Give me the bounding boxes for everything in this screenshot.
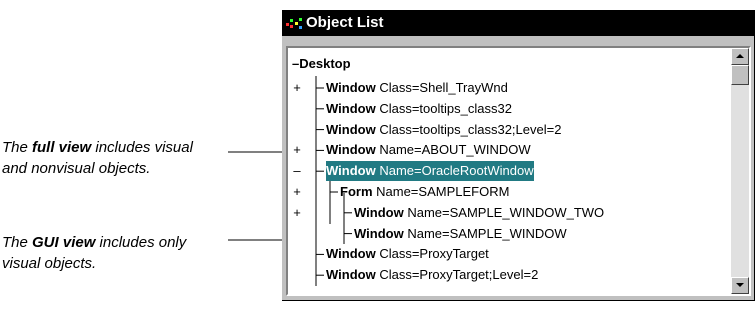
object-tree-panel: –Desktop + Window Class=Shell_TrayWnd Wind… [286, 46, 751, 296]
tree-node-label[interactable]: Window Class=tooltips_class32 [326, 99, 512, 119]
node-kind: Window [326, 163, 376, 179]
tree-node-label[interactable]: Window Class=Shell_TrayWnd [326, 78, 508, 98]
object-tree[interactable]: –Desktop + Window Class=Shell_TrayWnd Wind… [288, 48, 728, 294]
scroll-down-button[interactable] [731, 277, 749, 294]
node-props: Name=SAMPLEFORM [376, 184, 510, 199]
collapse-icon[interactable]: – [292, 161, 302, 181]
tree-node-label[interactable]: Window Name=SAMPLE_WINDOW [354, 224, 567, 244]
expand-icon[interactable]: + [292, 203, 302, 223]
tree-node-label[interactable]: Window Class=ProxyTarget;Level=2 [326, 265, 538, 285]
node-props: Name=ABOUT_WINDOW [379, 142, 531, 158]
node-kind: Window [326, 80, 376, 95]
node-kind: Window [354, 225, 404, 241]
tree-root[interactable]: –Desktop [292, 54, 351, 74]
tree-node-label[interactable]: Window Name=SAMPLE_WINDOW_TWO [354, 203, 604, 223]
node-props: Class=ProxyTarget;Level=2 [379, 267, 539, 283]
node-props: Class=tooltips_class32 [379, 100, 512, 116]
node-kind: Window [326, 142, 376, 158]
tree-node-label[interactable]: Window Class=ProxyTarget [326, 244, 489, 264]
node-kind: Form [340, 184, 373, 199]
tree-root-label: –Desktop [292, 56, 351, 71]
callout-gui-view: The GUI view includes only visual object… [2, 232, 222, 274]
node-kind: Window [354, 204, 404, 220]
callout-gui-pre: The [2, 234, 33, 251]
node-kind: Window [326, 267, 376, 283]
tree-node-label[interactable]: Window Name=ABOUT_WINDOW [326, 140, 531, 160]
tree-node-label[interactable]: Form Name=SAMPLEFORM [340, 182, 509, 202]
expand-icon[interactable]: + [292, 140, 302, 160]
node-props: Name=SAMPLE_WINDOW_TWO [407, 204, 605, 220]
node-kind: Window [326, 246, 376, 262]
tree-node-label[interactable]: Window Class=tooltips_class32;Level=2 [326, 120, 561, 140]
node-props: Name=OracleRootWindow [379, 163, 534, 179]
arrow-up-icon [736, 54, 744, 58]
scroll-thumb[interactable] [731, 65, 749, 85]
vertical-scrollbar[interactable] [731, 48, 749, 294]
arrow-down-icon [736, 283, 744, 287]
app-icon [286, 18, 302, 29]
node-props: Class=Shell_TrayWnd [379, 80, 508, 95]
window-title: Object List [306, 14, 384, 31]
title-bar[interactable]: Object List [282, 10, 754, 36]
node-props: Name=SAMPLE_WINDOW [407, 225, 567, 241]
tree-node-label[interactable]: Window Name=OracleRootWindow [326, 161, 534, 182]
node-kind: Window [326, 121, 376, 137]
callout-full-bold: full view [32, 139, 92, 156]
node-kind: Window [326, 100, 376, 116]
object-list-window: Object List –Desktop + Window Class=Shell… [282, 10, 755, 301]
scroll-up-button[interactable] [731, 48, 749, 65]
expand-icon[interactable]: + [292, 78, 302, 98]
node-props: Class=tooltips_class32;Level=2 [379, 121, 562, 137]
callout-gui-bold: GUI view [32, 234, 96, 251]
callout-full-view: The full view includes visual and nonvis… [2, 137, 222, 179]
node-props: Class=ProxyTarget [379, 246, 489, 262]
expand-icon[interactable]: + [292, 182, 302, 202]
callout-full-pre: The [2, 139, 33, 156]
